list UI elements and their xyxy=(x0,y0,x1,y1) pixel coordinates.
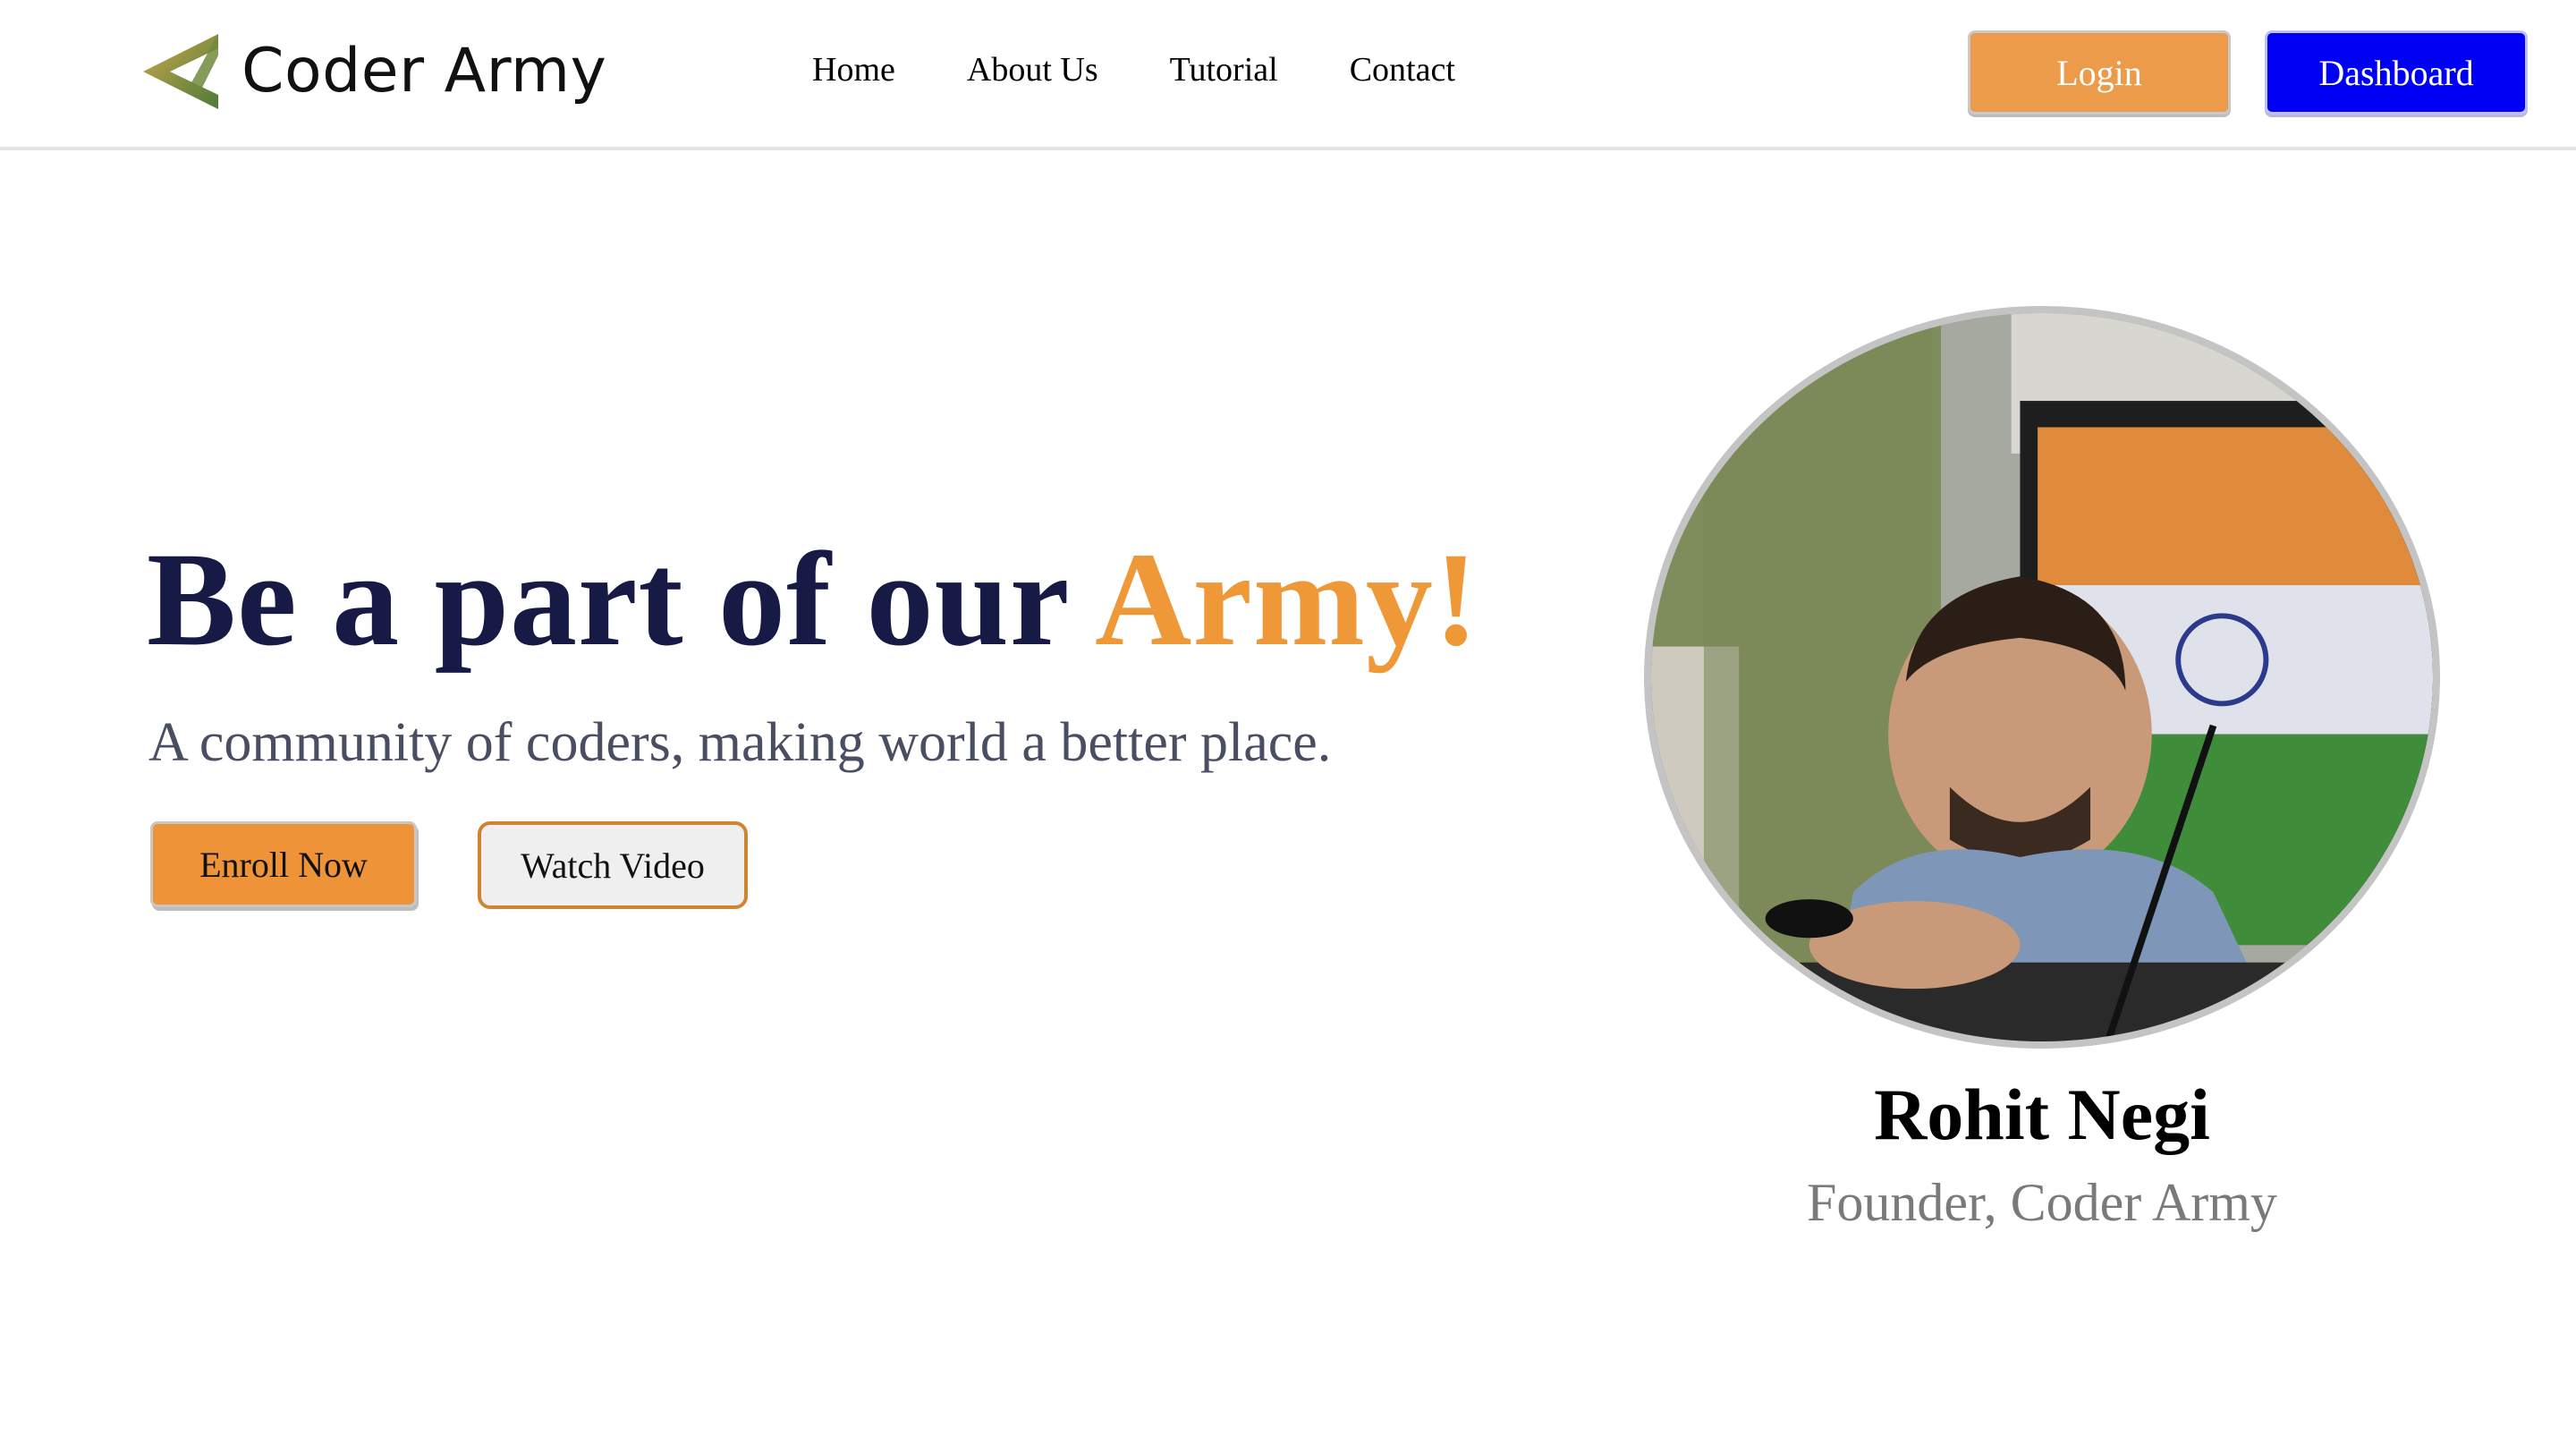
founder-photo xyxy=(1644,306,2440,1049)
site-header: Coder Army Home About Us Tutorial Contac… xyxy=(0,0,2576,150)
main-nav: Home About Us Tutorial Contact xyxy=(812,43,1527,97)
hero-title-accent: Army! xyxy=(1095,525,1479,674)
founder-name: Rohit Negi xyxy=(1874,1074,2210,1155)
dashboard-button[interactable]: Dashboard xyxy=(2265,30,2528,115)
nav-item-about-us[interactable]: About Us xyxy=(967,43,1098,97)
nav-item-contact[interactable]: Contact xyxy=(1350,43,1455,97)
nav-item-home[interactable]: Home xyxy=(812,43,895,97)
hero-title-main: Be a part of our xyxy=(147,525,1096,674)
hero-title: Be a part of our Army! xyxy=(147,528,1479,671)
founder-role: Founder, Coder Army xyxy=(1807,1173,2277,1232)
watch-video-button[interactable]: Watch Video xyxy=(478,821,748,909)
login-button[interactable]: Login xyxy=(1968,30,2231,115)
enroll-now-button[interactable]: Enroll Now xyxy=(150,821,417,907)
chevron-arrow-logo-icon xyxy=(140,32,220,111)
brand-logo[interactable]: Coder Army xyxy=(140,32,606,111)
nav-item-tutorial[interactable]: Tutorial xyxy=(1170,43,1278,97)
hero-subtitle: A community of coders, making world a be… xyxy=(148,712,1332,773)
brand-name: Coder Army xyxy=(242,36,607,106)
